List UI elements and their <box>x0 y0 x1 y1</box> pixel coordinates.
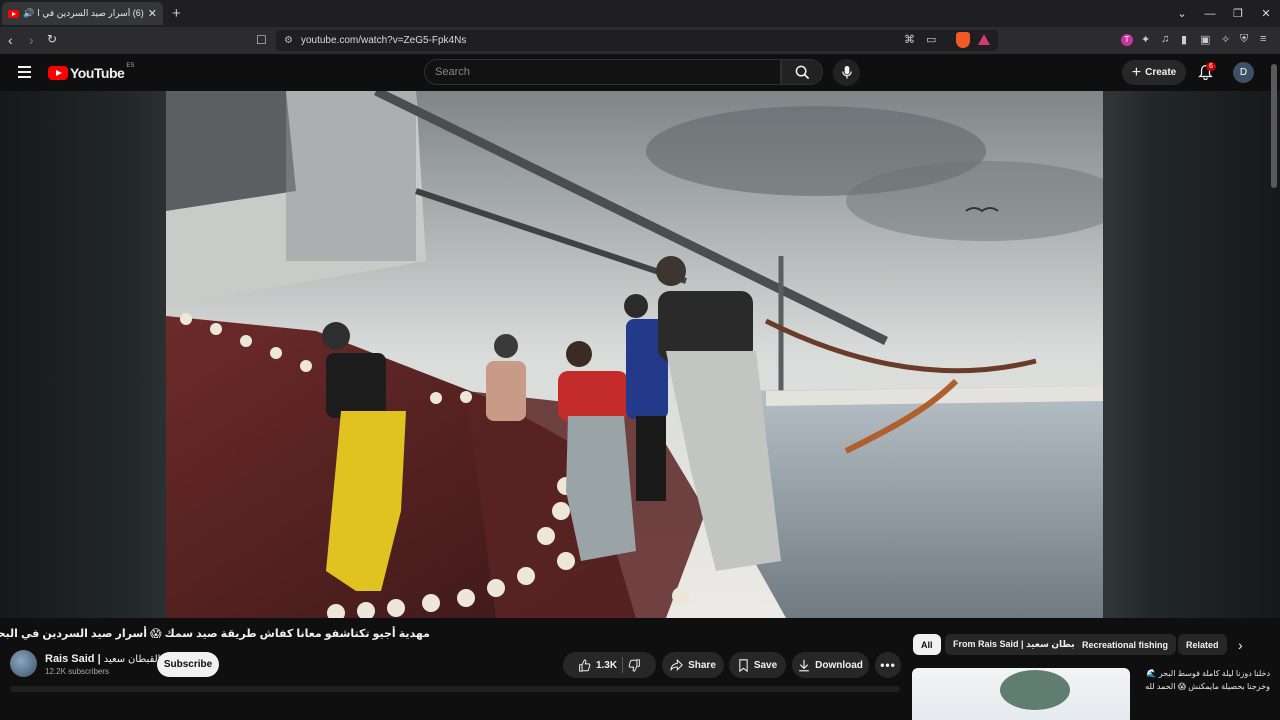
media-icon[interactable]: ♫ <box>1161 33 1169 45</box>
plus-icon: + <box>1131 63 1142 81</box>
forward-icon[interactable]: › <box>29 32 34 48</box>
hamburger-menu-icon[interactable] <box>18 66 31 78</box>
search-icon <box>795 65 809 79</box>
browser-tab[interactable]: 🔊 (6) أسرار صيد السردين في البحر ✕ <box>2 2 163 25</box>
save-button[interactable]: Save <box>729 652 786 678</box>
back-icon[interactable]: ‹ <box>8 32 13 48</box>
description-box[interactable] <box>10 686 900 692</box>
restore-button[interactable]: ❐ <box>1224 7 1252 20</box>
youtube-header: YouTube ES Search + Create 6 D <box>0 54 1280 91</box>
browser-tab-bar: 🔊 (6) أسرار صيد السردين في البحر ✕ + ⌄ —… <box>0 0 1280 27</box>
tab-search-button[interactable]: ⌄ <box>1168 7 1196 20</box>
channel-avatar[interactable] <box>10 650 37 677</box>
more-dots-icon: ••• <box>880 658 896 672</box>
bookmark-save-icon <box>739 658 748 672</box>
share-label: Share <box>688 659 716 671</box>
video-title: مهدية أجيو تكتاشفو معانا كفاش طريقة صيد … <box>0 628 430 640</box>
youtube-logo[interactable]: YouTube ES <box>48 63 135 81</box>
menu-icon[interactable]: ≡ <box>1260 33 1266 45</box>
save-label: Save <box>753 659 778 671</box>
bookmark-icon[interactable]: ☐ <box>256 33 267 47</box>
chip-recreational-fishing[interactable]: Recreational fishing <box>1074 634 1177 655</box>
youtube-play-icon <box>48 66 68 80</box>
extensions-icon[interactable]: ✦ <box>1141 33 1150 46</box>
search-button[interactable] <box>781 59 823 85</box>
voice-search-button[interactable] <box>833 59 860 86</box>
site-info-icon[interactable]: ⚙ <box>284 35 293 46</box>
search-input[interactable]: Search <box>424 59 781 85</box>
vpn-icon[interactable]: ⛨ <box>1240 33 1248 46</box>
like-count[interactable]: 1.3K <box>596 660 617 671</box>
like-dislike-group: 1.3K <box>563 652 656 678</box>
logo-text: YouTube <box>70 65 125 81</box>
url-text: youtube.com/watch?v=ZeG5-Fpk4Ns <box>300 35 467 46</box>
chip-related[interactable]: Related <box>1178 634 1227 655</box>
download-button[interactable]: Download <box>792 652 869 678</box>
new-tab-button[interactable]: + <box>172 5 181 22</box>
thumbs-down-icon[interactable] <box>628 658 641 672</box>
subscribe-button[interactable]: Subscribe <box>157 652 219 677</box>
translate-icon[interactable]: ⌘ <box>904 33 915 46</box>
chip-all[interactable]: All <box>913 634 941 655</box>
recommended-video-thumbnail[interactable] <box>912 668 1130 720</box>
window-controls: ⌄ — ❐ ✕ <box>1168 0 1280 27</box>
wallet-icon[interactable]: ▣ <box>1200 33 1210 46</box>
channel-name-arabic: القبطان سعيد <box>103 654 161 665</box>
cast-icon[interactable]: ▭ <box>926 33 936 46</box>
close-window-button[interactable]: ✕ <box>1252 7 1280 20</box>
subscriber-count: 12.2K subscribers <box>45 667 110 676</box>
sidebar-icon[interactable]: ▮ <box>1181 33 1187 46</box>
tab-title: (6) أسرار صيد السردين في البحر <box>38 8 144 18</box>
share-button[interactable]: Share <box>662 652 724 678</box>
page-scrollbar[interactable] <box>1271 64 1277 188</box>
video-frame-fishing-boat <box>166 91 1103 618</box>
download-icon <box>799 659 809 671</box>
speaker-icon[interactable]: 🔊 <box>23 8 34 19</box>
recommended-video-title[interactable]: دخلنا دوزنا ليلة كاملة فوسط البحر 🌊 وخرج… <box>1134 667 1270 693</box>
leo-ai-icon[interactable]: ✧ <box>1221 33 1230 46</box>
notification-count-badge: 6 <box>1206 62 1216 71</box>
address-bar[interactable]: ⚙ youtube.com/watch?v=ZeG5-Fpk4Ns <box>276 30 998 51</box>
chevron-right-icon[interactable]: › <box>1238 637 1243 653</box>
extension-badge-icon[interactable]: T <box>1121 34 1133 46</box>
close-tab-icon[interactable]: ✕ <box>148 7 157 20</box>
microphone-icon <box>841 65 852 79</box>
more-actions-button[interactable]: ••• <box>875 652 901 678</box>
thumbnail-subject <box>1000 670 1070 710</box>
country-code: ES <box>126 63 135 69</box>
channel-name-latin: Rais Said | <box>45 653 101 665</box>
download-label: Download <box>815 659 863 671</box>
account-avatar[interactable]: D <box>1233 62 1254 83</box>
share-arrow-icon <box>670 659 683 671</box>
browser-toolbar: ‹ › ↻ ☐ ⚙ youtube.com/watch?v=ZeG5-Fpk4N… <box>0 27 1280 54</box>
create-button[interactable]: + Create <box>1122 60 1186 85</box>
channel-name[interactable]: Rais Said | القبطان سعيد <box>45 653 160 665</box>
thumbs-up-icon[interactable] <box>578 658 591 672</box>
video-player[interactable] <box>166 91 1103 618</box>
youtube-favicon-icon <box>8 9 19 18</box>
brave-rewards-icon[interactable] <box>978 34 990 45</box>
brave-shield-icon[interactable] <box>956 32 970 48</box>
reload-icon[interactable]: ↻ <box>47 32 57 46</box>
like-divider <box>622 657 624 673</box>
minimize-button[interactable]: — <box>1196 8 1224 20</box>
create-label: Create <box>1145 67 1177 78</box>
